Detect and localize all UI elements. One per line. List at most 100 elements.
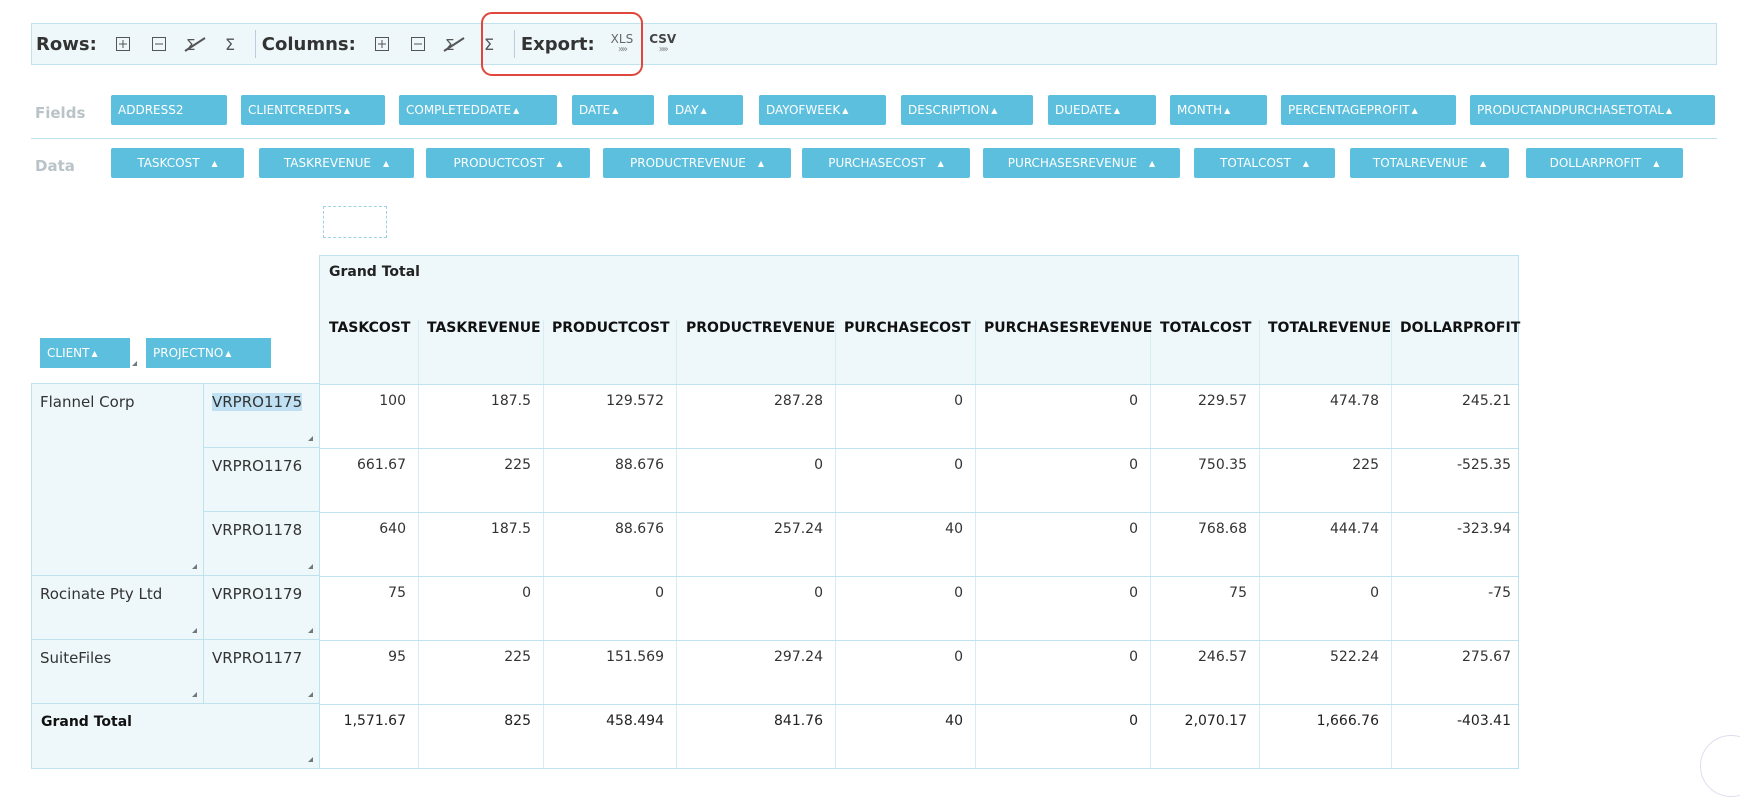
cell-dollarprofit: -525.35 <box>1456 457 1511 473</box>
cell-taskrevenue: 187.5 <box>490 521 531 537</box>
row-header-project[interactable]: VRPRO1177 <box>203 639 320 704</box>
column-divider <box>676 320 677 768</box>
row-header-grand-total[interactable]: Grand Total <box>31 703 320 769</box>
data-field-pill[interactable]: PURCHASESREVENUE ▲ <box>983 148 1180 178</box>
data-field-pill[interactable]: PURCHASECOST ▲ <box>802 148 970 178</box>
column-header-productcost: PRODUCTCOST <box>552 320 670 336</box>
project-number: VRPRO1178 <box>212 521 303 539</box>
field-pill[interactable]: MONTH ▲ <box>1170 95 1267 125</box>
columns-hide-subtotals-icon[interactable]: Σ <box>443 33 465 55</box>
resize-handle-icon[interactable] <box>192 564 197 569</box>
field-pill[interactable]: CLIENTCREDITS ▲ <box>241 95 385 125</box>
cell-purchasesrevenue: 0 <box>1129 393 1138 409</box>
resize-handle-icon[interactable] <box>308 628 313 633</box>
cell-purchasesrevenue: 0 <box>1129 585 1138 601</box>
field-pill[interactable]: DESCRIPTION ▲ <box>901 95 1033 125</box>
field-pill[interactable]: COMPLETEDDATE ▲ <box>399 95 557 125</box>
row-field-pill-client[interactable]: CLIENT ▲ <box>40 338 130 368</box>
resize-handle-icon[interactable] <box>132 361 137 366</box>
column-divider <box>1150 320 1151 768</box>
resize-handle-icon[interactable] <box>308 757 313 762</box>
field-pill[interactable]: DUEDATE ▲ <box>1048 95 1156 125</box>
sort-icon: ▲ <box>1411 105 1418 115</box>
resize-handle-icon[interactable] <box>308 564 313 569</box>
data-field-pill[interactable]: PRODUCTREVENUE ▲ <box>603 148 791 178</box>
sort-icon: ▲ <box>700 105 707 115</box>
cell-productcost: 129.572 <box>606 393 664 409</box>
project-number: VRPRO1176 <box>212 457 303 475</box>
column-drop-zone[interactable] <box>323 206 387 238</box>
column-header-purchasecost: PURCHASECOST <box>844 320 971 336</box>
sort-icon: ▲ <box>1224 105 1231 115</box>
field-pill[interactable]: DAYOFWEEK ▲ <box>759 95 886 125</box>
data-field-pill[interactable]: PRODUCTCOST ▲ <box>426 148 590 178</box>
rows-expand-all-icon[interactable] <box>112 33 134 55</box>
cell-totalcost: 246.57 <box>1198 649 1247 665</box>
resize-handle-icon[interactable] <box>308 692 313 697</box>
column-header-taskcost: TASKCOST <box>329 320 411 336</box>
resize-handle-icon[interactable] <box>192 692 197 697</box>
resize-handle-icon[interactable] <box>192 628 197 633</box>
resize-handle-icon[interactable] <box>308 436 313 441</box>
row-header-project[interactable]: VRPRO1175 <box>203 383 320 448</box>
client-name: Flannel Corp <box>40 393 135 411</box>
grand-total-column-header: Grand Total <box>329 264 420 280</box>
row-field-pill-projectno[interactable]: PROJECTNO ▲ <box>146 338 271 368</box>
row-header-client-flannel[interactable]: Flannel Corp <box>31 383 204 576</box>
cell-purchasesrevenue: 0 <box>1129 521 1138 537</box>
field-pill[interactable]: DATE ▲ <box>572 95 654 125</box>
field-pill-label: MONTH <box>1177 103 1223 117</box>
cell-totalcost: 229.57 <box>1198 393 1247 409</box>
column-divider <box>543 320 544 768</box>
grand-total-label: Grand Total <box>41 714 132 730</box>
field-pill-label: DATE <box>579 103 611 117</box>
columns-collapse-all-icon[interactable] <box>407 33 429 55</box>
field-pill[interactable]: ADDRESS2 <box>111 95 227 125</box>
row-divider <box>320 448 1518 449</box>
data-fields-area: Data TASKCOST ▲ TASKREVENUE ▲ PRODUCTCOST ▲… <box>31 142 1717 192</box>
fields-label: Fields <box>35 104 86 122</box>
data-field-pill[interactable]: TASKREVENUE ▲ <box>259 148 414 178</box>
floating-widget[interactable] <box>1700 735 1740 797</box>
column-header-taskrevenue: TASKREVENUE <box>427 320 541 336</box>
field-pill[interactable]: PERCENTAGEPROFIT ▲ <box>1281 95 1456 125</box>
data-field-pill[interactable]: TOTALCOST ▲ <box>1194 148 1335 178</box>
column-header-totalrevenue: TOTALREVENUE <box>1268 320 1392 336</box>
cell-taskcost: 1,571.67 <box>343 713 406 729</box>
cell-totalcost: 768.68 <box>1198 521 1247 537</box>
sort-icon: ▲ <box>937 158 944 168</box>
data-field-pill[interactable]: TOTALREVENUE ▲ <box>1350 148 1509 178</box>
field-pill-label: COMPLETEDDATE <box>406 103 512 117</box>
cell-totalcost: 750.35 <box>1198 457 1247 473</box>
cell-taskcost: 661.67 <box>357 457 406 473</box>
cell-dollarprofit: -403.41 <box>1456 713 1511 729</box>
export-highlight-box <box>481 12 643 76</box>
row-header-project[interactable]: VRPRO1179 <box>203 575 320 640</box>
field-pill[interactable]: PRODUCTANDPURCHASETOTAL ▲ <box>1470 95 1715 125</box>
row-divider <box>320 384 1518 385</box>
column-divider <box>835 320 836 768</box>
row-header-project[interactable]: VRPRO1176 <box>203 447 320 512</box>
data-field-pill[interactable]: TASKCOST ▲ <box>111 148 244 178</box>
field-pill[interactable]: DAY ▲ <box>668 95 743 125</box>
data-field-pill[interactable]: DOLLARPROFIT ▲ <box>1526 148 1683 178</box>
cell-productcost: 88.676 <box>615 457 664 473</box>
rows-subtotals-icon[interactable]: Σ <box>220 33 242 55</box>
sort-icon: ▲ <box>225 348 232 358</box>
cell-productrevenue: 287.28 <box>774 393 823 409</box>
export-csv-button[interactable]: CSV »» <box>649 33 676 55</box>
cell-productcost: 151.569 <box>606 649 664 665</box>
cell-dollarprofit: 245.21 <box>1462 393 1511 409</box>
row-header-client-suitefiles[interactable]: SuiteFiles <box>31 639 204 704</box>
cell-totalrevenue: 1,666.76 <box>1316 713 1379 729</box>
cell-totalrevenue: 225 <box>1352 457 1379 473</box>
cell-productrevenue: 841.76 <box>774 713 823 729</box>
rows-hide-subtotals-icon[interactable]: Σ <box>184 33 206 55</box>
field-pill-label: PRODUCTANDPURCHASETOTAL <box>1477 103 1664 117</box>
row-header-client-rocinate[interactable]: Rocinate Pty Ltd <box>31 575 204 640</box>
columns-expand-all-icon[interactable] <box>371 33 393 55</box>
sort-icon: ▲ <box>1479 158 1487 168</box>
rows-collapse-all-icon[interactable] <box>148 33 170 55</box>
cell-totalrevenue: 444.74 <box>1330 521 1379 537</box>
row-header-project[interactable]: VRPRO1178 <box>203 511 320 576</box>
